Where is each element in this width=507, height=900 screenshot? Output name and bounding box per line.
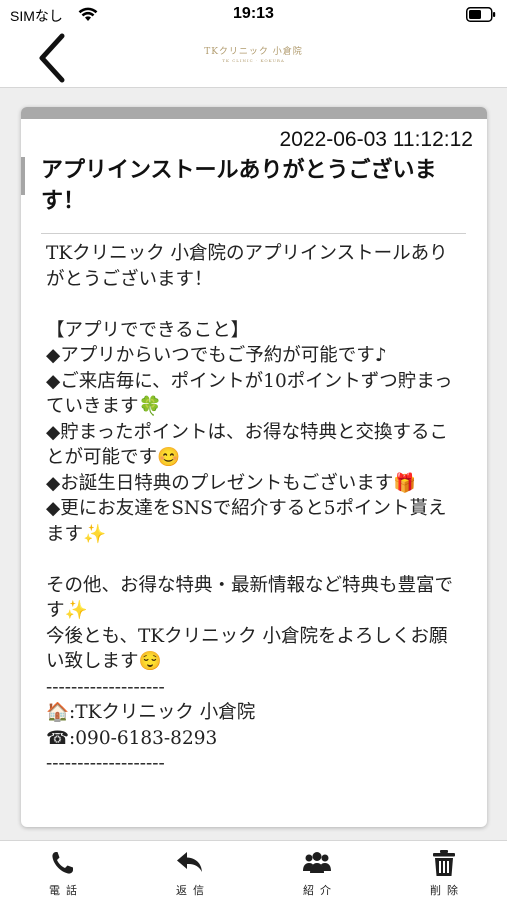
- logo-title: TKクリニック 小倉院: [204, 47, 303, 57]
- trash-icon: [433, 850, 455, 876]
- reply-icon: [177, 852, 202, 872]
- title-accent-bar: [21, 157, 25, 195]
- reply-button[interactable]: 返信: [127, 841, 253, 900]
- phone-icon: [52, 852, 73, 874]
- message-date: 2022-06-03 11:12:12: [279, 128, 473, 151]
- clinic-logo: TKクリニック 小倉院 TK CLINIC · KOKURA: [0, 44, 507, 63]
- message-title: アプリインストールありがとうございます！: [41, 158, 437, 214]
- users-icon: [303, 852, 331, 873]
- tab-label-reply: 返信: [176, 884, 210, 897]
- logo-subtitle: TK CLINIC · KOKURA: [222, 58, 285, 63]
- call-button[interactable]: 電話: [0, 841, 126, 900]
- divider: [41, 233, 466, 234]
- tab-label-call: 電話: [49, 884, 83, 897]
- bottom-toolbar: 電話 返信 紹介 削除: [0, 840, 507, 900]
- tab-label-delete: 削除: [430, 884, 464, 897]
- nav-bar: TKクリニック 小倉院 TK CLINIC · KOKURA: [0, 30, 507, 88]
- message-card: 2022-06-03 11:12:12 アプリインストールありがとうございます！…: [21, 107, 487, 827]
- tab-label-share: 紹介: [303, 884, 337, 897]
- battery-icon: [466, 7, 496, 22]
- share-button[interactable]: 紹介: [254, 841, 380, 900]
- app-screen: SIMなし 19:13 TKクリニック 小倉院 TK CLINIC · KOKU…: [0, 0, 507, 900]
- card-top-bar: [21, 107, 487, 119]
- delete-button[interactable]: 削除: [381, 841, 507, 900]
- message-body: TKクリニック 小倉院のアプリインストールありがとうございます！ 【アプリででき…: [46, 243, 454, 774]
- status-time: 19:13: [233, 5, 274, 22]
- status-bar: SIMなし 19:13: [0, 0, 507, 30]
